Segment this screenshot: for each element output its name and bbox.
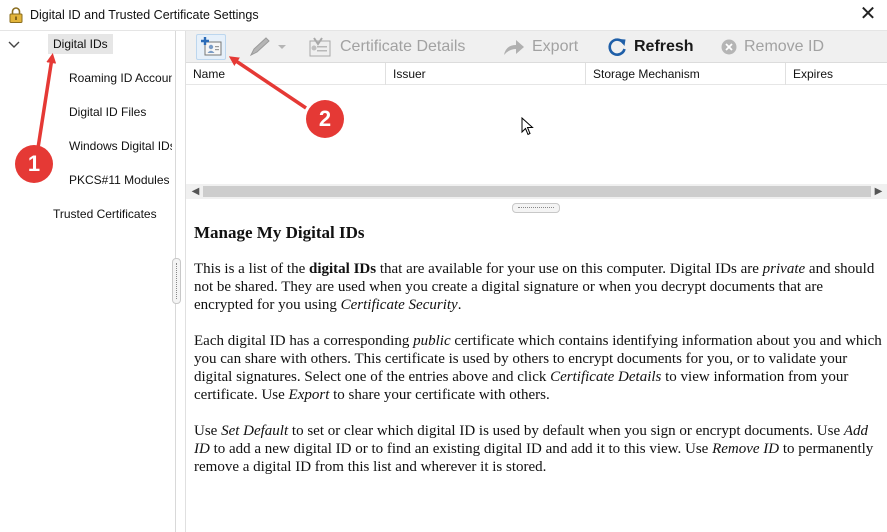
- certificate-details-button[interactable]: Certificate Details: [308, 34, 465, 60]
- mouse-cursor-icon: [521, 117, 534, 136]
- sidebar-item-roaming-id-accounts[interactable]: Roaming ID Accounts: [69, 68, 172, 88]
- remove-id-button[interactable]: Remove ID: [720, 34, 824, 60]
- horizontal-splitter-handle[interactable]: [512, 203, 560, 213]
- sidebar-item-digital-id-files[interactable]: Digital ID Files: [69, 102, 172, 122]
- title-bar: Digital ID and Trusted Certificate Setti…: [0, 0, 887, 31]
- scrollbar-thumb[interactable]: [203, 186, 871, 197]
- annotation-badge-1: 1: [15, 145, 53, 183]
- set-default-button[interactable]: [248, 34, 288, 60]
- main-panel: Certificate Details Export Refresh Remov…: [185, 31, 887, 532]
- help-heading: Manage My Digital IDs: [194, 223, 365, 242]
- close-icon: ✕: [859, 3, 877, 25]
- sidebar-tree: Digital IDs Roaming ID Accounts Digital …: [0, 31, 176, 532]
- window-title: Digital ID and Trusted Certificate Setti…: [30, 8, 259, 22]
- certificate-icon: [309, 37, 331, 57]
- add-id-icon: [201, 37, 222, 56]
- column-header-expires[interactable]: Expires: [786, 63, 887, 85]
- add-id-button[interactable]: [196, 34, 226, 60]
- chevron-down-icon[interactable]: [7, 40, 21, 50]
- column-header-issuer[interactable]: Issuer: [386, 63, 586, 85]
- export-icon: [504, 40, 524, 55]
- pen-icon: [249, 37, 286, 57]
- sidebar-item-pkcs11-modules[interactable]: PKCS#11 Modules and Tokens: [69, 170, 172, 190]
- sidebar-item-digital-ids[interactable]: Digital IDs: [48, 34, 113, 54]
- lock-icon: [9, 7, 23, 23]
- toolbar: Certificate Details Export Refresh Remov…: [186, 31, 887, 63]
- scroll-right-icon[interactable]: ▶: [871, 184, 886, 199]
- refresh-icon: [608, 38, 626, 56]
- help-paragraph-2: Each digital ID has a corresponding publ…: [194, 333, 882, 403]
- export-button[interactable]: Export: [502, 34, 578, 60]
- certificate-details-label: Certificate Details: [340, 38, 466, 55]
- annotation-badge-2: 2: [306, 100, 344, 138]
- sidebar-item-trusted-certificates[interactable]: Trusted Certificates: [53, 204, 157, 224]
- export-label: Export: [532, 38, 579, 55]
- help-paragraph-3: Use Set Default to set or clear which di…: [194, 423, 874, 475]
- horizontal-scrollbar[interactable]: ◀ ▶: [186, 184, 887, 199]
- help-text-panel: Manage My Digital IDs This is a list of …: [194, 224, 884, 494]
- remove-icon: [721, 39, 737, 55]
- scroll-left-icon[interactable]: ◀: [188, 184, 203, 199]
- column-header-storage-mechanism[interactable]: Storage Mechanism: [586, 63, 786, 85]
- column-header-name[interactable]: Name: [186, 63, 386, 85]
- close-button[interactable]: ✕: [857, 4, 879, 26]
- remove-id-label: Remove ID: [744, 38, 825, 55]
- digital-id-list[interactable]: [186, 85, 887, 185]
- help-paragraph-1: This is a list of the digital IDs that a…: [194, 261, 875, 313]
- refresh-button[interactable]: Refresh: [606, 34, 694, 60]
- table-header: Name Issuer Storage Mechanism Expires: [186, 63, 887, 85]
- sidebar-item-windows-digital-ids[interactable]: Windows Digital IDs: [69, 136, 172, 156]
- refresh-label: Refresh: [634, 38, 694, 55]
- vertical-splitter-handle[interactable]: [172, 258, 181, 304]
